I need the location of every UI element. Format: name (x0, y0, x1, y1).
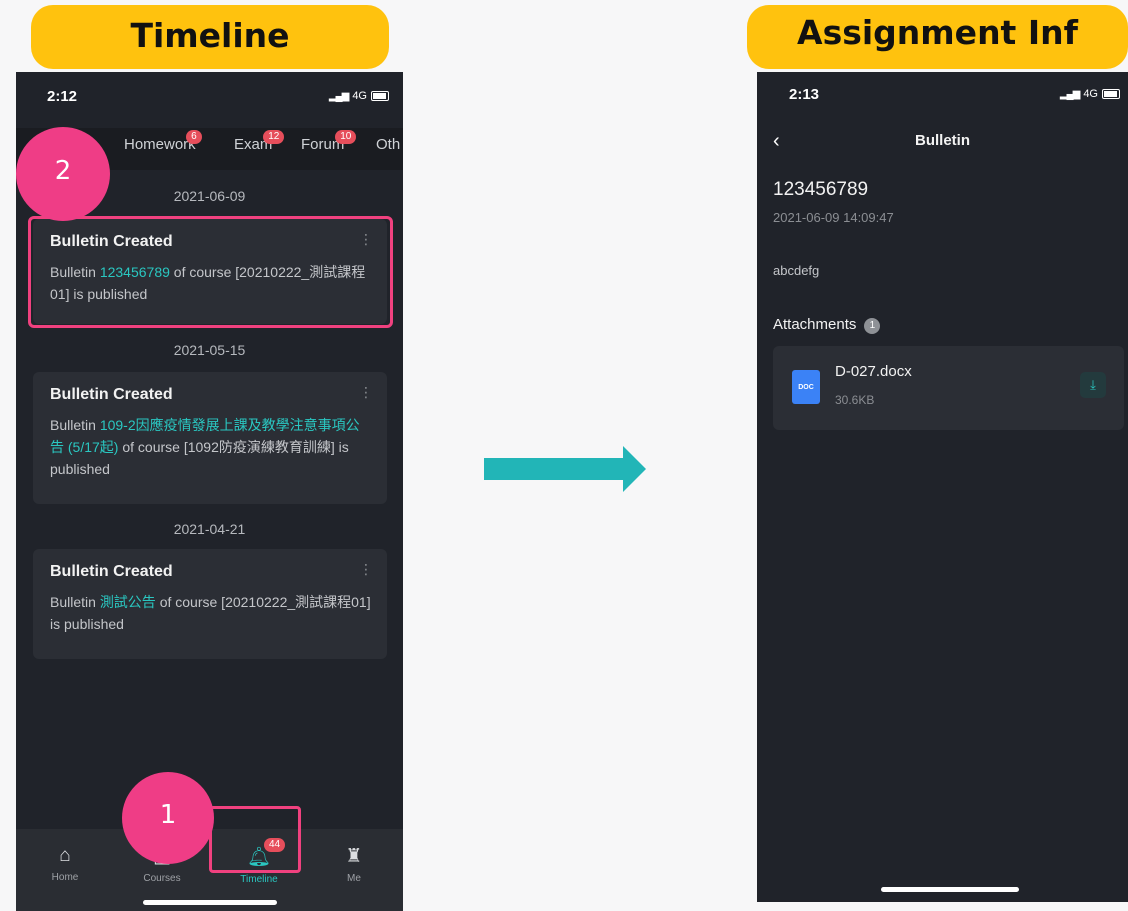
timeline-title: Timeline (130, 16, 290, 55)
file-name: D-027.docx (835, 363, 912, 380)
more-icon[interactable]: ⋮ (359, 384, 373, 401)
tab-badge: 6 (186, 130, 202, 144)
nav-label: Me (347, 873, 361, 884)
card-body-prefix: Bulletin (50, 594, 100, 610)
timeline-card[interactable]: Bulletin Created ⋮ Bulletin 109-2因應疫情發展上… (33, 372, 387, 504)
attachment-item[interactable]: DOC D-027.docx 30.6KB ⤓ (773, 346, 1124, 430)
home-indicator (881, 887, 1019, 892)
signal-icon: ▂▄▆ (1059, 88, 1080, 100)
attachments-count: 1 (864, 318, 881, 334)
nav-home[interactable]: ⌂ Home (20, 845, 110, 883)
file-size: 30.6KB (835, 393, 875, 407)
more-icon[interactable]: ⋮ (359, 561, 373, 578)
home-indicator (143, 900, 277, 905)
card-body: Bulletin 測試公告 of course [20210222_測試課程01… (50, 591, 372, 635)
bulletin-link[interactable]: 測試公告 (100, 594, 156, 610)
bulletin-content: abcdefg (773, 263, 820, 278)
date-separator: 2021-04-21 (173, 521, 246, 537)
status-indicators: ▂▄▆ 4G (1060, 88, 1120, 100)
card-body: Bulletin 109-2因應疫情發展上課及教學注意事項公告 (5/17起) … (50, 414, 372, 480)
download-icon[interactable]: ⤓ (1080, 372, 1106, 398)
tab-label: Homework (124, 136, 196, 153)
tab-label: Oth (376, 136, 401, 153)
bulletin-datetime: 2021-06-09 14:09:47 (773, 210, 894, 225)
battery-icon (371, 91, 389, 101)
home-icon: ⌂ (59, 845, 71, 866)
assignment-title: Assignment Inf (797, 13, 1078, 52)
attachments-heading: Attachments 1 (773, 316, 881, 334)
status-indicators: ▂▄▆ 4G (329, 90, 389, 102)
tab-other[interactable]: Oth (376, 136, 400, 153)
nav-label: Timeline (240, 874, 278, 885)
step-marker-1: 1 (122, 772, 214, 864)
bulletin-screen: 2:13 ▂▄▆ 4G ‹ Bulletin 123456789 2021-06… (757, 72, 1128, 902)
highlight-nav-box (209, 806, 301, 873)
step-marker-2: 2 (16, 127, 110, 221)
nav-me[interactable]: ♜ Me (309, 845, 399, 884)
page-title: Bulletin (915, 132, 970, 149)
highlight-card-box (28, 216, 393, 328)
status-time: 2:13 (789, 86, 820, 103)
battery-icon (1102, 89, 1120, 99)
flow-arrow (484, 458, 626, 480)
network-label: 4G (1083, 88, 1098, 100)
card-title: Bulletin Created (50, 386, 173, 403)
doc-file-icon: DOC (792, 370, 820, 404)
graduate-icon: ♜ (345, 846, 363, 867)
nav-label: Home (51, 872, 79, 883)
tab-homework[interactable]: Homework 6 (124, 130, 202, 153)
status-time: 2:12 (47, 88, 78, 105)
timeline-card[interactable]: Bulletin Created ⋮ Bulletin 測試公告 of cour… (33, 549, 387, 659)
nav-label: Courses (143, 873, 181, 884)
tab-badge: 12 (263, 130, 285, 144)
card-title: Bulletin Created (50, 563, 173, 580)
bulletin-title: 123456789 (773, 179, 869, 200)
timeline-title-pill: Timeline (31, 5, 389, 69)
attachments-label: Attachments (773, 316, 857, 333)
flow-arrow-head (623, 446, 646, 492)
tab-forum[interactable]: Forum 10 (301, 130, 357, 153)
assignment-title-pill: Assignment Inf (747, 5, 1128, 69)
signal-icon: ▂▄▆ (328, 90, 349, 102)
card-body-prefix: Bulletin (50, 417, 100, 433)
date-separator: 2021-05-15 (173, 342, 246, 358)
tab-badge: 10 (335, 130, 357, 144)
tab-exam[interactable]: Exam 12 (234, 130, 285, 153)
network-label: 4G (352, 90, 367, 102)
